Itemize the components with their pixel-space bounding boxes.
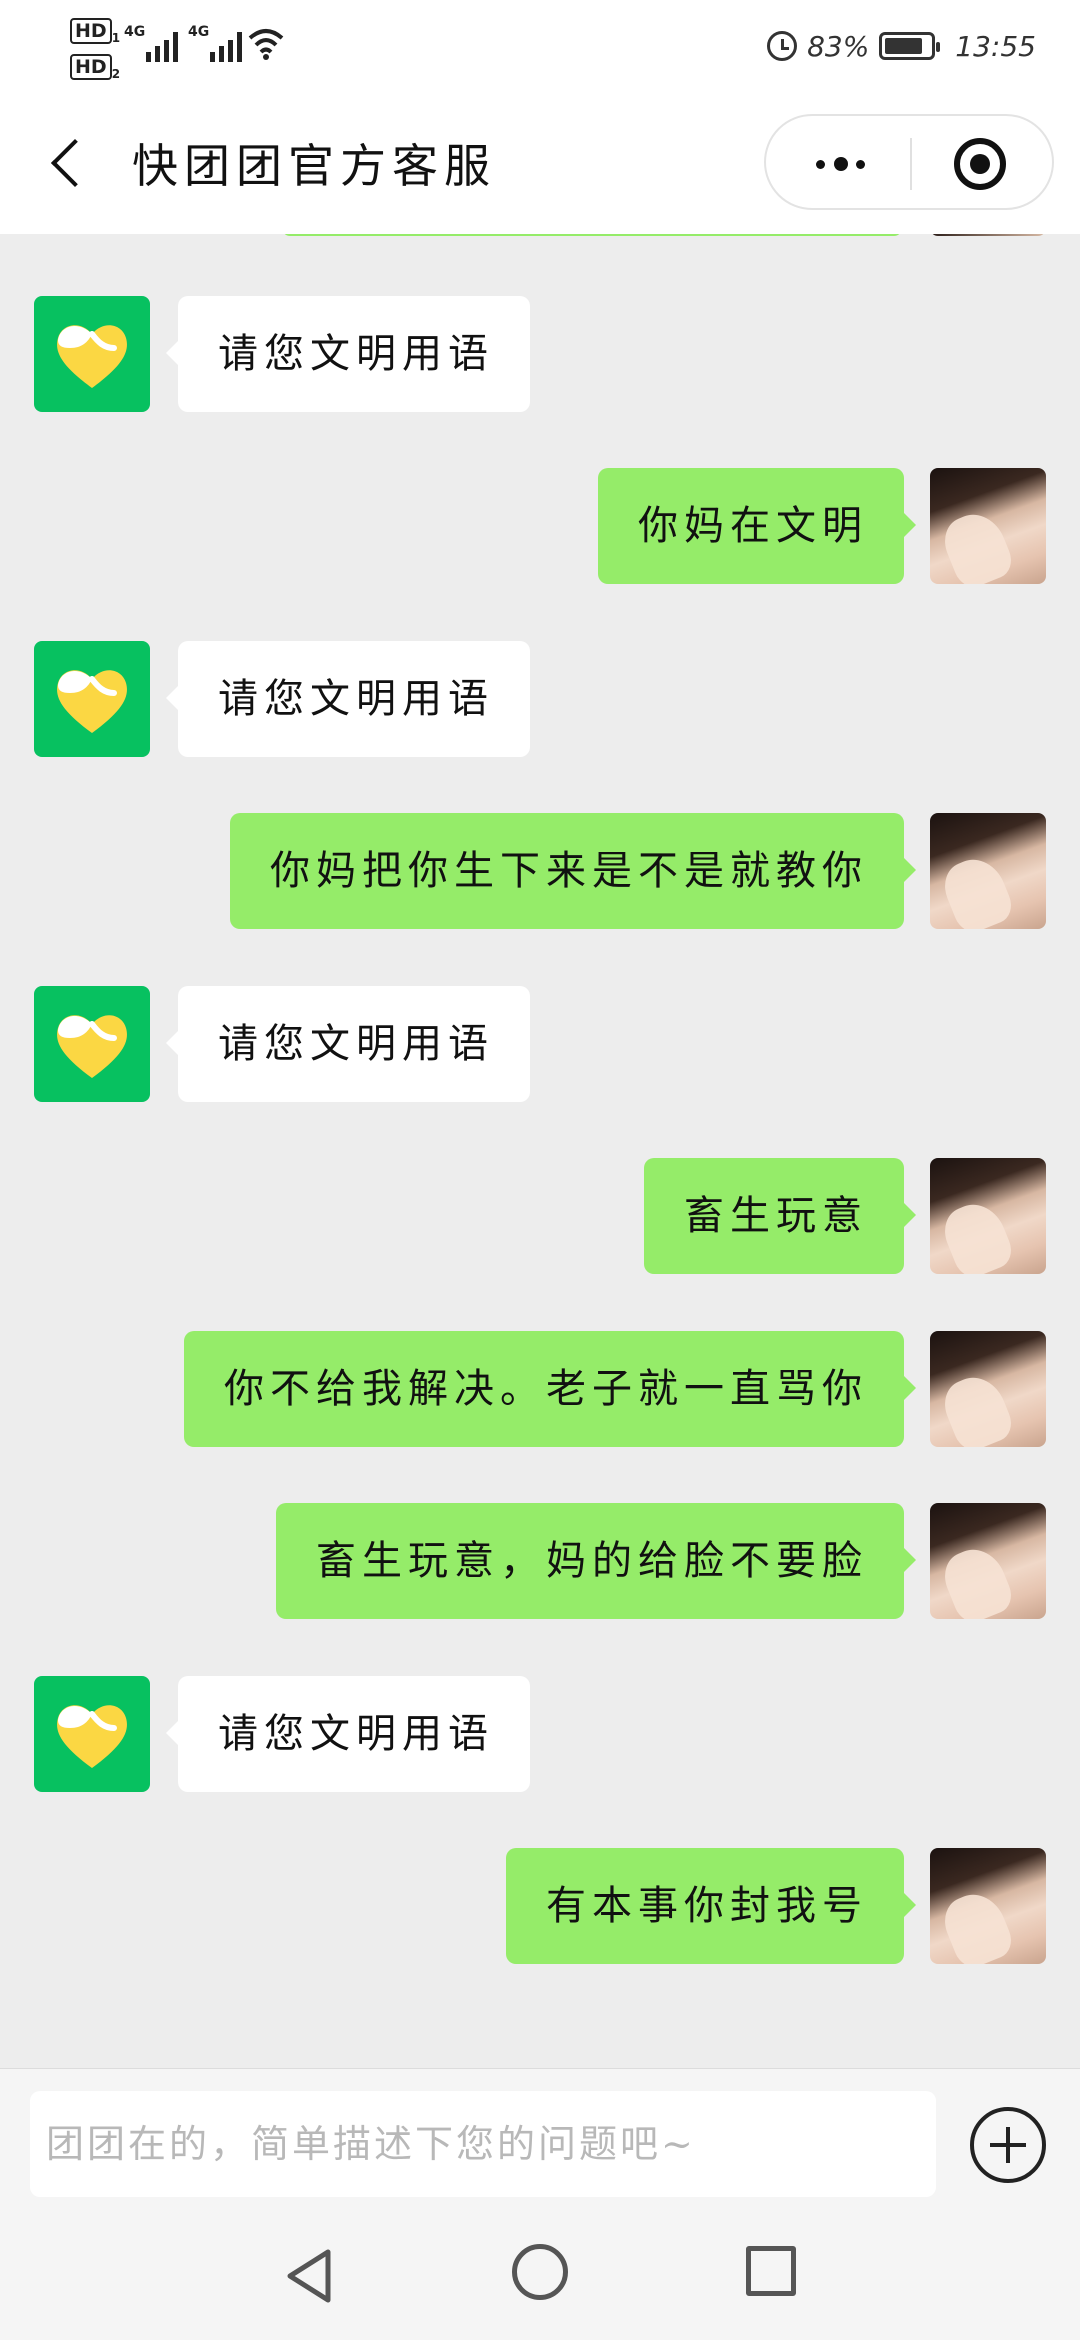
dot-icon xyxy=(816,160,825,169)
incoming-message-row: 请您文明用语 xyxy=(0,1676,1080,1792)
close-miniprogram-button[interactable] xyxy=(950,134,1010,194)
bot-avatar[interactable] xyxy=(34,986,150,1102)
incoming-message-bubble[interactable]: 请您文明用语 xyxy=(166,641,530,757)
outgoing-message-row: 畜生玩意，妈的给脸不要脸 xyxy=(0,1503,1080,1619)
outgoing-message-bubble[interactable]: 畜生玩意 xyxy=(644,1158,916,1274)
nav-home-button[interactable] xyxy=(512,2244,568,2300)
heart-logo-icon xyxy=(57,670,127,733)
user-avatar[interactable] xyxy=(930,468,1046,584)
user-avatar[interactable] xyxy=(930,1503,1046,1619)
heart-logo-icon xyxy=(57,325,127,388)
capsule-divider xyxy=(910,138,912,190)
signal-icon-1: 4G xyxy=(124,24,184,62)
hd-call-indicator-1: HD 1 xyxy=(70,18,120,45)
system-nav-bar xyxy=(0,2210,1080,2340)
user-avatar[interactable] xyxy=(930,1331,1046,1447)
nav-back-button[interactable] xyxy=(278,2244,342,2308)
incoming-message-row: 请您文明用语 xyxy=(0,641,1080,757)
more-options-button[interactable] xyxy=(796,140,886,188)
incoming-message-row: 请您文明用语 xyxy=(0,296,1080,412)
incoming-message-bubble[interactable]: 请您文明用语 xyxy=(166,296,530,412)
chat-message-list[interactable]: 请您文明用语 你妈在文明 请您文明用语 你妈把你生下来是不是就教你 请您文明用语 畜生玩意… xyxy=(0,234,1080,2068)
heart-logo-icon xyxy=(57,1015,127,1078)
dot-icon xyxy=(856,160,865,169)
partial-message-bubble xyxy=(282,234,902,236)
hd-call-indicator-2: HD 2 xyxy=(70,54,120,81)
dot-icon xyxy=(834,157,848,171)
outgoing-message-row: 你不给我解决。老子就一直骂你 xyxy=(0,1331,1080,1447)
heart-logo-icon xyxy=(57,1705,127,1768)
bot-avatar[interactable] xyxy=(34,1676,150,1792)
outgoing-message-row: 你妈在文明 xyxy=(0,468,1080,584)
wifi-icon xyxy=(248,29,284,60)
chat-header: 快团团官方客服 xyxy=(0,96,1080,234)
miniprogram-capsule xyxy=(764,114,1054,210)
status-right-group: 83% 13:55 xyxy=(767,26,1036,66)
incoming-message-row: 请您文明用语 xyxy=(0,986,1080,1102)
status-bar: HD 1 HD 2 4G 4G 83% 13:55 xyxy=(0,0,1080,96)
partial-user-avatar xyxy=(930,234,1046,236)
back-button[interactable] xyxy=(40,132,100,198)
battery-fill xyxy=(885,38,922,54)
input-bar: 团团在的，简单描述下您的问题吧~ xyxy=(0,2068,1080,2210)
outgoing-message-bubble[interactable]: 有本事你封我号 xyxy=(506,1848,916,1964)
bot-avatar[interactable] xyxy=(34,641,150,757)
nav-recent-button[interactable] xyxy=(746,2246,796,2296)
battery-percent: 83% xyxy=(807,29,870,63)
user-avatar[interactable] xyxy=(930,1158,1046,1274)
add-button[interactable] xyxy=(970,2107,1046,2183)
alarm-icon xyxy=(767,31,798,61)
outgoing-message-bubble[interactable]: 你妈在文明 xyxy=(598,468,916,584)
user-avatar[interactable] xyxy=(930,813,1046,929)
incoming-message-bubble[interactable]: 请您文明用语 xyxy=(166,1676,530,1792)
outgoing-message-bubble[interactable]: 你不给我解决。老子就一直骂你 xyxy=(184,1331,916,1447)
outgoing-message-row: 有本事你封我号 xyxy=(0,1848,1080,1964)
user-avatar[interactable] xyxy=(930,1848,1046,1964)
chat-title: 快团团官方客服 xyxy=(132,139,496,193)
message-input[interactable]: 团团在的，简单描述下您的问题吧~ xyxy=(30,2091,936,2197)
outgoing-message-bubble[interactable]: 畜生玩意，妈的给脸不要脸 xyxy=(276,1503,916,1619)
bot-avatar[interactable] xyxy=(34,296,150,412)
battery-icon xyxy=(879,32,941,60)
outgoing-message-bubble[interactable]: 你妈把你生下来是不是就教你 xyxy=(230,813,916,929)
signal-icon-2: 4G xyxy=(188,24,248,62)
target-icon-center xyxy=(970,154,990,174)
clock: 13:55 xyxy=(955,29,1036,63)
outgoing-message-row: 你妈把你生下来是不是就教你 xyxy=(0,813,1080,929)
incoming-message-bubble[interactable]: 请您文明用语 xyxy=(166,986,530,1102)
outgoing-message-row: 畜生玩意 xyxy=(0,1158,1080,1274)
